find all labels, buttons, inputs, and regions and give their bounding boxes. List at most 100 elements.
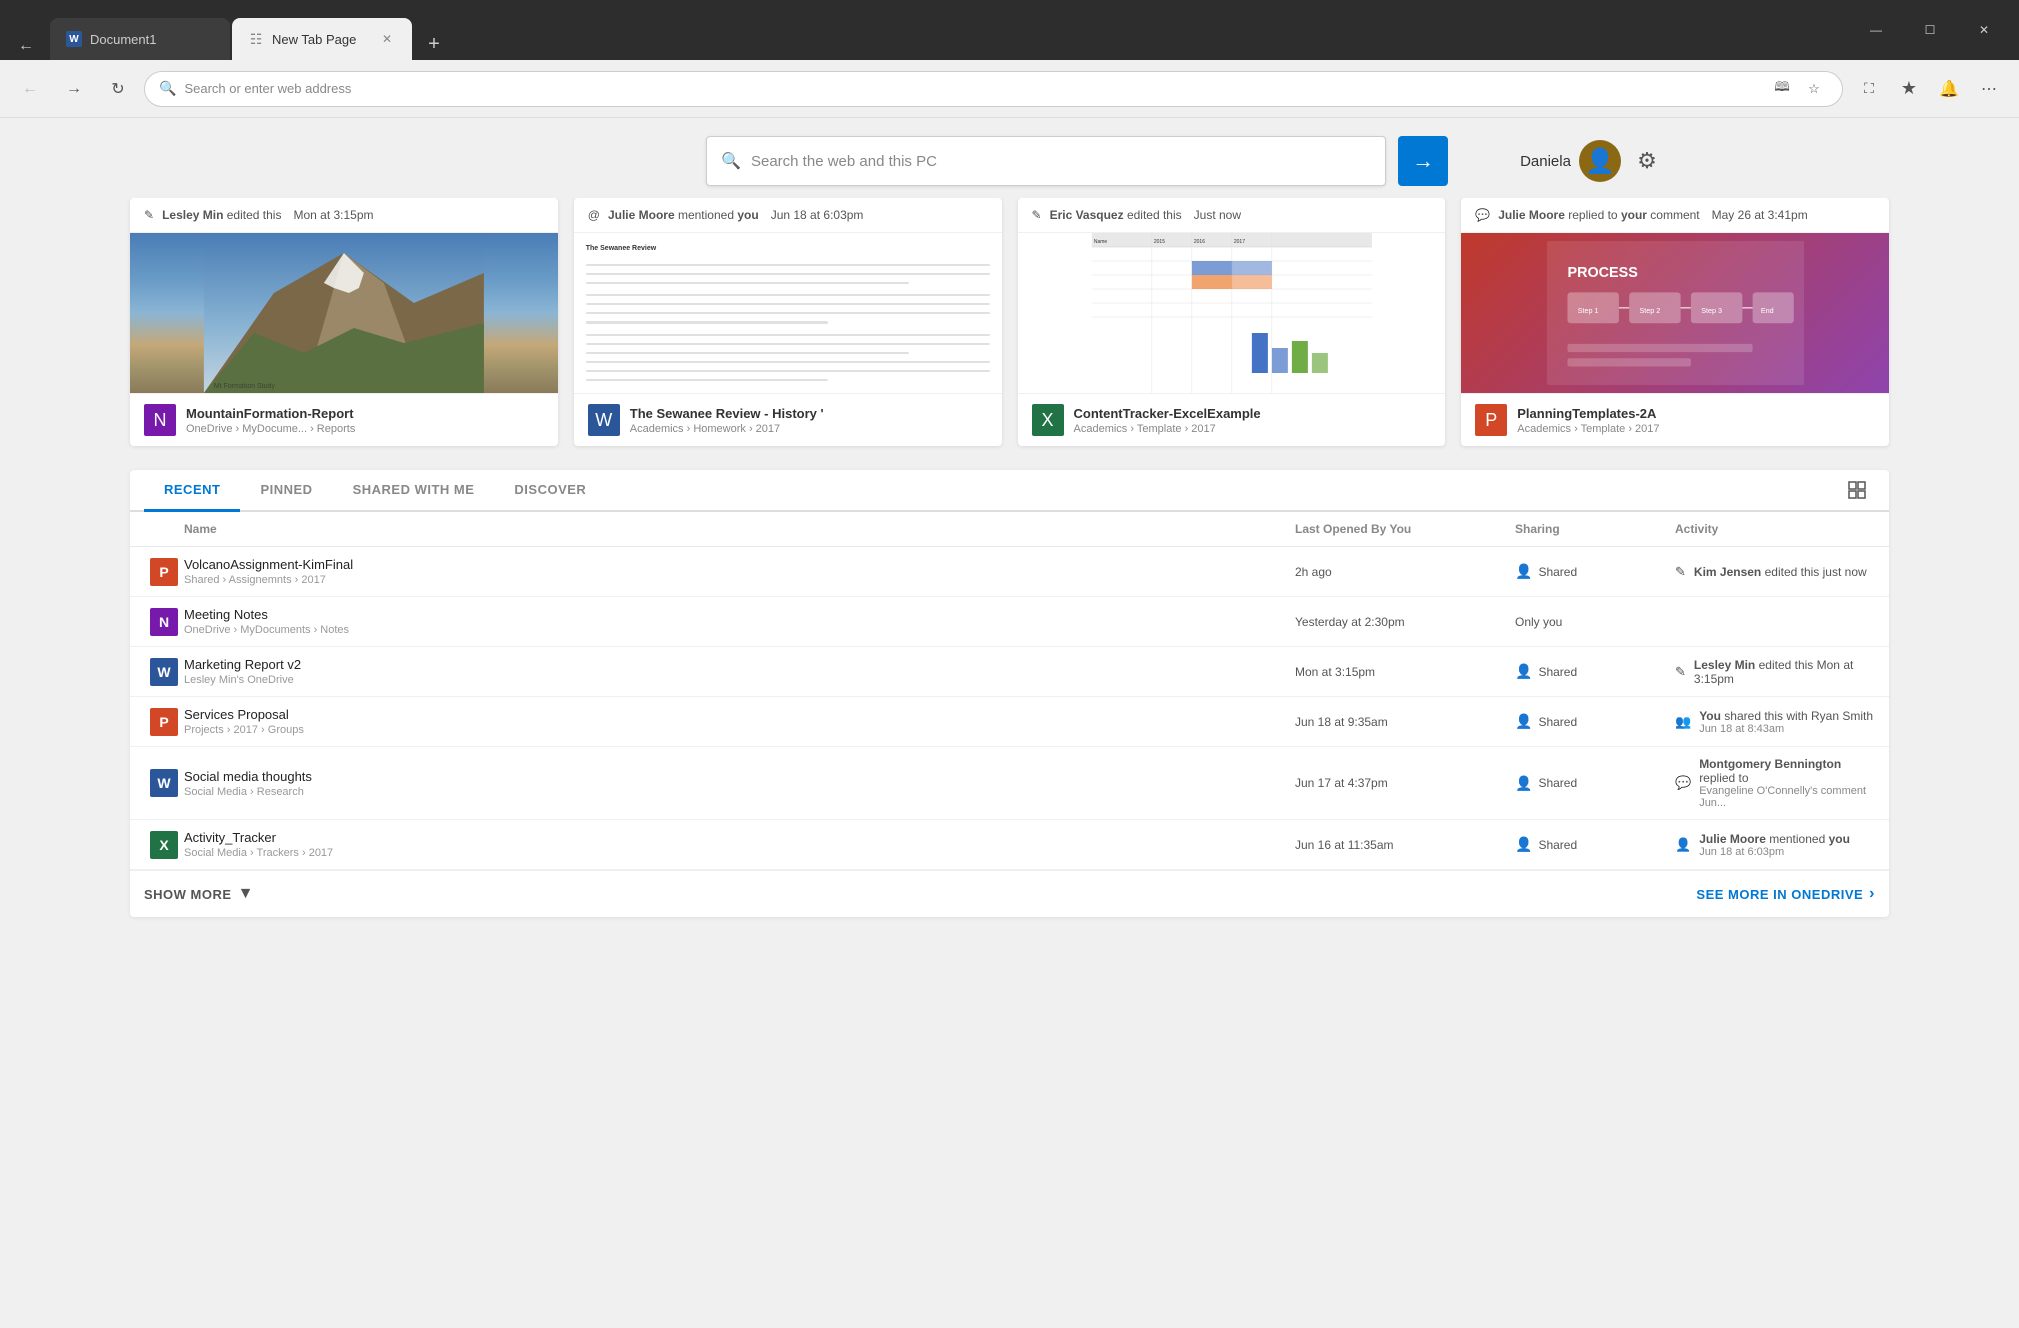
web-search-box[interactable]: 🔍 Search the web and this PC <box>706 136 1386 186</box>
card-sewanee-info: The Sewanee Review - History ' Academics… <box>630 406 824 435</box>
search-placeholder: Search the web and this PC <box>751 153 937 170</box>
show-more-button[interactable]: SHOW MORE ▼ <box>144 885 254 903</box>
address-bar[interactable]: 🔍 Search or enter web address 🕮 ☆ <box>144 71 1843 107</box>
card-planning-name: PlanningTemplates-2A <box>1517 406 1659 421</box>
sharing-people-icon: 👤 <box>1515 563 1532 580</box>
tab-document-title: Document1 <box>90 32 214 47</box>
tab-shared-with-me[interactable]: SHARED WITH ME <box>333 470 495 512</box>
tab-recent[interactable]: RECENT <box>144 470 240 512</box>
col-activity: Activity <box>1675 522 1875 536</box>
card-mountain-header: ✎ Lesley Min edited this Mon at 3:15pm <box>130 198 558 233</box>
file-row-marketing[interactable]: W Marketing Report v2 Lesley Min's OneDr… <box>130 647 1889 697</box>
card-sewanee-name: The Sewanee Review - History ' <box>630 406 824 421</box>
word-document-preview: The Sewanee Review <box>574 233 1002 393</box>
sharing-icon-activity: 👤 <box>1515 836 1532 853</box>
file-info-services: Services Proposal Projects › 2017 › Grou… <box>184 707 1295 736</box>
sharing-label-social: Shared <box>1538 776 1577 790</box>
collections-icon[interactable]: ⛶ <box>1851 71 1887 107</box>
notifications-icon[interactable]: 🔔 <box>1931 71 1967 107</box>
card-planning[interactable]: 💬 Julie Moore replied to your comment Ma… <box>1461 198 1889 446</box>
tab-newtab[interactable]: ☷ New Tab Page ✕ <box>232 18 412 60</box>
favorites-icon[interactable]: ☆ <box>1800 75 1828 103</box>
activity-text-marketing: Lesley Min edited this Mon at 3:15pm <box>1694 658 1875 686</box>
refresh-button[interactable]: ↻ <box>100 71 136 107</box>
file-icon-word-social: W <box>150 769 178 797</box>
file-sharing-meeting: Only you <box>1515 615 1675 629</box>
card-sewanee-thumbnail: The Sewanee Review <box>574 233 1002 393</box>
minimize-button[interactable]: — <box>1853 14 1899 46</box>
file-row-activity[interactable]: X Activity_Tracker Social Media › Tracke… <box>130 820 1889 870</box>
history-back-icon[interactable]: ← <box>12 32 40 60</box>
tab-document[interactable]: W Document1 <box>50 18 230 60</box>
file-row-meeting[interactable]: N Meeting Notes OneDrive › MyDocuments ›… <box>130 597 1889 647</box>
file-icon-col-volcano: P <box>144 558 184 586</box>
file-row-services[interactable]: P Services Proposal Projects › 2017 › Gr… <box>130 697 1889 747</box>
grid-view-icon[interactable] <box>1839 472 1875 508</box>
user-area: Daniela 👤 ⚙ <box>1520 140 1665 182</box>
card-editor-content: Eric Vasquez edited this <box>1050 208 1182 222</box>
activity-text-wrapper-services: You shared this with Ryan Smith Jun 18 a… <box>1699 709 1873 735</box>
sharing-label-marketing: Shared <box>1538 665 1577 679</box>
forward-button[interactable]: → <box>56 71 92 107</box>
svg-text:Name: Name <box>1093 239 1107 245</box>
activity-line1-activity: Julie Moore mentioned you <box>1699 832 1850 846</box>
maximize-button[interactable]: ☐ <box>1907 14 1953 46</box>
file-sharing-activity: 👤 Shared <box>1515 836 1675 853</box>
reading-mode-icon[interactable]: 🕮 <box>1768 75 1796 103</box>
excel-preview: Name 2015 2016 2017 <box>1018 233 1446 393</box>
chevron-right-icon: › <box>1869 885 1875 903</box>
file-path-services: Projects › 2017 › Groups <box>184 724 1295 736</box>
svg-text:End: End <box>1760 306 1773 315</box>
file-icon-col-activity: X <box>144 831 184 859</box>
file-date-services: Jun 18 at 9:35am <box>1295 715 1515 729</box>
see-more-onedrive-button[interactable]: SEE MORE IN ONEDRIVE › <box>1696 885 1875 903</box>
file-icon-word-marketing: W <box>150 658 178 686</box>
title-bar: ← W Document1 ☷ New Tab Page ✕ + — ☐ ✕ <box>0 0 2019 60</box>
file-row-social[interactable]: W Social media thoughts Social Media › R… <box>130 747 1889 820</box>
favorites-star-icon[interactable]: ★ <box>1891 71 1927 107</box>
file-name-marketing: Marketing Report v2 <box>184 657 1295 672</box>
page-content: 🔍 Search the web and this PC → Daniela 👤… <box>0 118 2019 1328</box>
svg-text:Step 3: Step 3 <box>1701 306 1722 315</box>
menu-icon[interactable]: ⋯ <box>1971 71 2007 107</box>
card-mountain-info: MountainFormation-Report OneDrive › MyDo… <box>186 406 355 435</box>
browser-window: ← W Document1 ☷ New Tab Page ✕ + — ☐ ✕ ←… <box>0 0 2019 1328</box>
file-list-header: Name Last opened by you Sharing Activity <box>130 512 1889 547</box>
tab-bar: ← W Document1 ☷ New Tab Page ✕ + <box>12 0 450 60</box>
address-bar-icons: 🕮 ☆ <box>1768 75 1828 103</box>
card-time-planning: May 26 at 3:41pm <box>1712 208 1808 222</box>
file-list-footer: SHOW MORE ▼ SEE MORE IN ONEDRIVE › <box>130 870 1889 917</box>
sharing-icon-social: 👤 <box>1515 775 1532 792</box>
back-button[interactable]: ← <box>12 71 48 107</box>
search-submit-button[interactable]: → <box>1398 136 1448 186</box>
file-activity-social: 💬 Montgomery Bennington replied to Evang… <box>1675 757 1875 809</box>
tab-pinned[interactable]: PINNED <box>240 470 332 512</box>
tab-discover[interactable]: DISCOVER <box>494 470 606 512</box>
file-icon-col-services: P <box>144 708 184 736</box>
card-mountain[interactable]: ✎ Lesley Min edited this Mon at 3:15pm <box>130 198 558 446</box>
sharing-icon-marketing: 👤 <box>1515 663 1532 680</box>
activity-people-icon-services: 👥 <box>1675 714 1691 730</box>
close-button[interactable]: ✕ <box>1961 14 2007 46</box>
card-content-tracker[interactable]: ✎ Eric Vasquez edited this Just now <box>1018 198 1446 446</box>
chevron-down-icon: ▼ <box>238 885 254 903</box>
activity-comment-icon-social: 💬 <box>1675 775 1691 791</box>
card-sewanee[interactable]: @ Julie Moore mentioned you Jun 18 at 6:… <box>574 198 1002 446</box>
activity-text-volcano: Kim Jensen edited this just now <box>1694 565 1867 579</box>
new-tab-button[interactable]: + <box>418 28 450 60</box>
file-info-activity: Activity_Tracker Social Media › Trackers… <box>184 830 1295 859</box>
settings-icon[interactable]: ⚙ <box>1629 143 1665 179</box>
tab-favicon-newtab: ☷ <box>248 31 264 47</box>
user-avatar[interactable]: 👤 <box>1579 140 1621 182</box>
card-mountain-thumbnail: Mt Formation Study <box>130 233 558 393</box>
card-planning-info: PlanningTemplates-2A Academics › Templat… <box>1517 406 1659 435</box>
activity-line1-services: You shared this with Ryan Smith <box>1699 709 1873 723</box>
tab-newtab-title: New Tab Page <box>272 32 370 47</box>
avatar-icon: 👤 <box>1585 147 1615 176</box>
tab-close-icon[interactable]: ✕ <box>378 30 396 48</box>
file-icon-onenote-meeting: N <box>150 608 178 636</box>
card-planning-footer: P PlanningTemplates-2A Academics › Templ… <box>1461 393 1889 446</box>
card-editor: Lesley Min edited this <box>162 208 281 222</box>
file-sharing-volcano: 👤 Shared <box>1515 563 1675 580</box>
file-row-volcano[interactable]: P VolcanoAssignment-KimFinal Shared › As… <box>130 547 1889 597</box>
